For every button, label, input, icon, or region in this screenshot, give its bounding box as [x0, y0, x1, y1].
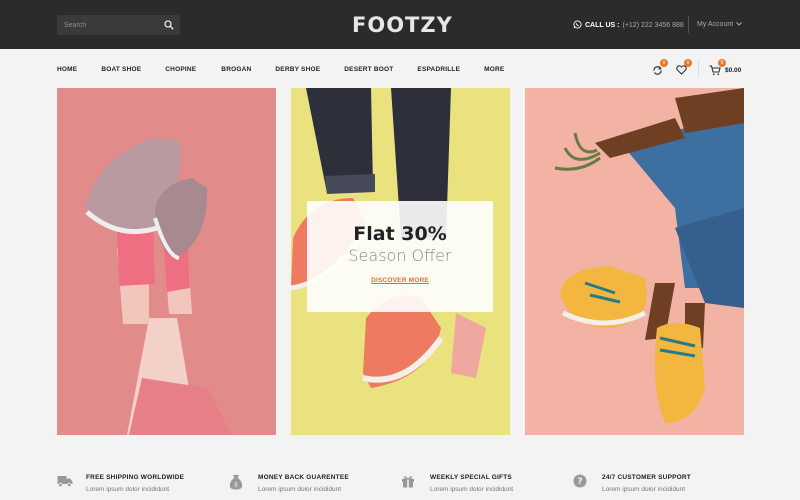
whatsapp-icon: [573, 20, 582, 31]
contact-phone: (+12) 222 3456 888: [622, 22, 684, 29]
my-account-dropdown[interactable]: My Account: [697, 21, 743, 28]
promo-overlay: Flat 30% Season Offer DISCOVER MORE: [307, 201, 493, 312]
promo-subtitle: Season Offer: [348, 246, 452, 265]
top-header: FOOTZY CALL US : (+12) 222 3456 888 My A…: [0, 0, 800, 49]
heart-icon: [675, 65, 687, 75]
nav-item-brogan[interactable]: BROGAN: [221, 66, 251, 73]
svg-text:$: $: [234, 482, 238, 489]
features-strip: FREE SHIPPING WORLDWIDE Lorem ipsum dolo…: [57, 468, 757, 500]
nav-item-espadrille[interactable]: ESPADRILLE: [417, 66, 460, 73]
nav-item-more[interactable]: MORE: [484, 66, 504, 73]
banner-right-image[interactable]: [525, 88, 744, 435]
nav-item-derby-shoe[interactable]: DERBY SHOE: [275, 66, 320, 73]
help-icon: ?: [573, 474, 589, 490]
feature-desc: Lorem ipsum dolor incididunt: [258, 486, 342, 493]
site-logo[interactable]: FOOTZY: [352, 12, 453, 38]
compare-button[interactable]: 0: [650, 59, 668, 77]
chevron-down-icon: [736, 21, 743, 28]
header-actions: 0 0 0 $0.00: [650, 59, 750, 80]
banner-left-image[interactable]: [57, 88, 276, 435]
gift-icon: [401, 474, 417, 490]
actions-divider: [698, 60, 699, 78]
header-divider: [688, 16, 689, 33]
account-label: My Account: [697, 21, 734, 28]
truck-icon: [57, 474, 73, 490]
discover-more-link[interactable]: DISCOVER MORE: [371, 277, 429, 284]
search-icon[interactable]: [162, 18, 176, 32]
nav-item-boat-shoe[interactable]: BOAT SHOE: [101, 66, 141, 73]
nav-item-desert-boot[interactable]: DESERT BOOT: [344, 66, 393, 73]
nav-item-chopine[interactable]: CHOPINE: [165, 66, 196, 73]
logo-text: FOOTZY: [352, 13, 453, 37]
compare-count-badge: 0: [660, 59, 668, 67]
feature-title: MONEY BACK GUARENTEE: [258, 474, 349, 481]
contact-label: CALL US :: [585, 22, 620, 29]
cart-button[interactable]: 0: [708, 59, 726, 77]
main-nav: HOME BOAT SHOE CHOPINE BROGAN DERBY SHOE…: [57, 66, 504, 73]
wishlist-count-badge: 0: [684, 59, 692, 67]
contact-info: CALL US : (+12) 222 3456 888: [573, 20, 684, 31]
search-box: [57, 15, 180, 35]
promo-title: Flat 30%: [353, 223, 447, 245]
cart-total: $0.00: [725, 67, 742, 74]
feature-desc: Lorem ipsum dolor incididunt: [602, 486, 686, 493]
feature-desc: Lorem ipsum dolor incididunt: [430, 486, 514, 493]
cart-count-badge: 0: [718, 59, 726, 67]
feature-title: WEEKLY SPECIAL GIFTS: [430, 474, 512, 481]
money-bag-icon: $: [229, 474, 245, 490]
feature-title: 24/7 CUSTOMER SUPPORT: [602, 474, 691, 481]
wishlist-button[interactable]: 0: [674, 59, 692, 77]
feature-title: FREE SHIPPING WORLDWIDE: [86, 474, 185, 481]
feature-desc: Lorem ipsum dolor incididunt: [86, 486, 170, 493]
search-input[interactable]: [57, 15, 157, 35]
nav-item-home[interactable]: HOME: [57, 66, 77, 73]
svg-text:?: ?: [577, 477, 582, 487]
